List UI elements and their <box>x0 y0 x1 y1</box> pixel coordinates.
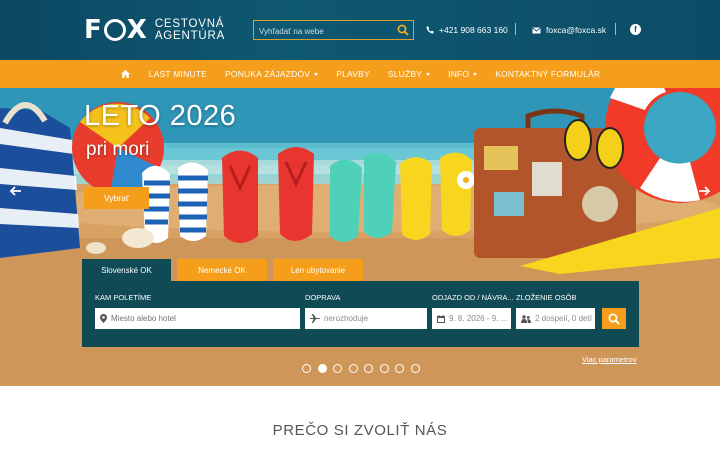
destination-label: KAM POLETÍME <box>95 293 152 302</box>
persons-value: 2 dospelí, 0 detí <box>535 314 592 323</box>
map-pin-icon <box>100 314 107 323</box>
airplane-icon <box>310 314 320 323</box>
why-us-heading: PREČO SI ZVOLIŤ NÁS <box>272 422 448 439</box>
slider-dots <box>302 364 426 373</box>
transport-select[interactable]: nerozhoduje <box>305 308 427 329</box>
nav-item-label: PLAVBY <box>336 69 370 79</box>
search-icon <box>608 313 620 325</box>
nav-item-label: SLUŽBY <box>387 69 423 79</box>
dates-label: ODJAZD OD / NÁVRA... <box>432 293 514 302</box>
arrow-left-icon[interactable] <box>9 184 23 198</box>
arrow-right-icon[interactable] <box>697 184 711 198</box>
destination-input[interactable] <box>111 314 291 323</box>
site-search <box>253 20 414 41</box>
slider-dot[interactable] <box>410 364 420 373</box>
main-nav: LAST MINUTE PONUKA ZÁJAZDOV PLAVBY SLUŽB… <box>0 60 720 88</box>
logo-line-1: CESTOVNÁ <box>154 18 225 30</box>
nav-item-last-minute[interactable]: LAST MINUTE <box>140 60 216 88</box>
transport-label: DOPRAVA <box>305 293 341 302</box>
hero-cta-button[interactable]: Vybrať <box>84 187 149 209</box>
caret-down-icon <box>426 72 431 76</box>
slider-dot[interactable] <box>379 364 389 373</box>
logo-mark: FX <box>84 15 148 45</box>
calendar-icon <box>437 314 445 323</box>
search-panel: KAM POLETÍME DOPRAVA nerozhoduje ODJAZD … <box>82 281 639 347</box>
header-divider <box>515 23 516 35</box>
phone-contact[interactable]: +421 908 663 160 <box>426 24 508 36</box>
slider-dot[interactable] <box>333 364 342 373</box>
facebook-icon[interactable]: f <box>630 24 641 35</box>
email-address: foxca@foxca.sk <box>546 25 607 35</box>
nav-item-label: PONUKA ZÁJAZDOV <box>225 69 311 79</box>
slider-dot[interactable] <box>348 364 358 373</box>
logo-line-2: AGENTÚRA <box>154 30 226 42</box>
nav-item-label: INFO <box>448 69 470 79</box>
hero-title: LETO 2026 <box>84 100 237 132</box>
envelope-icon <box>532 26 541 33</box>
slider-dot-active[interactable] <box>317 364 327 373</box>
caret-down-icon <box>473 72 478 76</box>
persons-label: ZLOŽENIE OSÔB <box>516 293 577 302</box>
search-tabs: Slovenské OK Nemecké OK Len ubytovanie <box>82 259 369 281</box>
transport-value: nerozhoduje <box>324 314 369 323</box>
top-header: FX CESTOVNÁ AGENTÚRA +421 908 663 160 fo… <box>0 0 720 60</box>
slider-dot[interactable] <box>395 364 404 373</box>
email-contact[interactable]: foxca@foxca.sk <box>532 24 606 36</box>
caret-down-icon <box>314 72 319 76</box>
tab-len-ubytovanie[interactable]: Len ubytovanie <box>273 259 363 281</box>
site-search-input[interactable] <box>254 22 392 41</box>
nav-item-label: KONTAKTNÝ FORMULÁR <box>495 69 601 79</box>
page: FX CESTOVNÁ AGENTÚRA +421 908 663 160 fo… <box>0 0 720 450</box>
hero-subtitle: pri mori <box>86 139 150 160</box>
persons-select[interactable]: 2 dospelí, 0 detí <box>516 308 595 329</box>
phone-number: +421 908 663 160 <box>439 25 508 35</box>
home-icon <box>120 70 130 78</box>
header-divider <box>615 23 616 35</box>
slider-dot[interactable] <box>364 364 373 373</box>
destination-field[interactable] <box>95 308 300 329</box>
nav-item-plavby[interactable]: PLAVBY <box>327 60 379 88</box>
dates-value: 9. 8. 2026 - 9. ... <box>449 314 508 323</box>
nav-item-sluzby[interactable]: SLUŽBY <box>379 60 439 88</box>
nav-item-kontaktny-formular[interactable]: KONTAKTNÝ FORMULÁR <box>486 60 609 88</box>
nav-item-ponuka-zajazdov[interactable]: PONUKA ZÁJAZDOV <box>216 60 327 88</box>
dates-picker[interactable]: 9. 8. 2026 - 9. ... <box>432 308 511 329</box>
submit-search-button[interactable] <box>602 308 626 329</box>
nav-item-label: LAST MINUTE <box>148 69 208 79</box>
phone-icon <box>426 26 434 34</box>
logo-text: CESTOVNÁ AGENTÚRA <box>155 18 225 42</box>
slider-dot[interactable] <box>302 364 311 373</box>
tab-nemecke-ok[interactable]: Nemecké OK <box>177 259 267 281</box>
tab-slovenske-ok[interactable]: Slovenské OK <box>82 259 171 281</box>
people-icon <box>521 314 531 323</box>
search-icon[interactable] <box>395 22 411 38</box>
advanced-search-link[interactable]: Viac parametrov <box>582 355 636 364</box>
nav-home[interactable] <box>111 60 140 88</box>
logo[interactable]: FX CESTOVNÁ AGENTÚRA <box>84 15 225 45</box>
nav-item-info[interactable]: INFO <box>439 60 486 88</box>
